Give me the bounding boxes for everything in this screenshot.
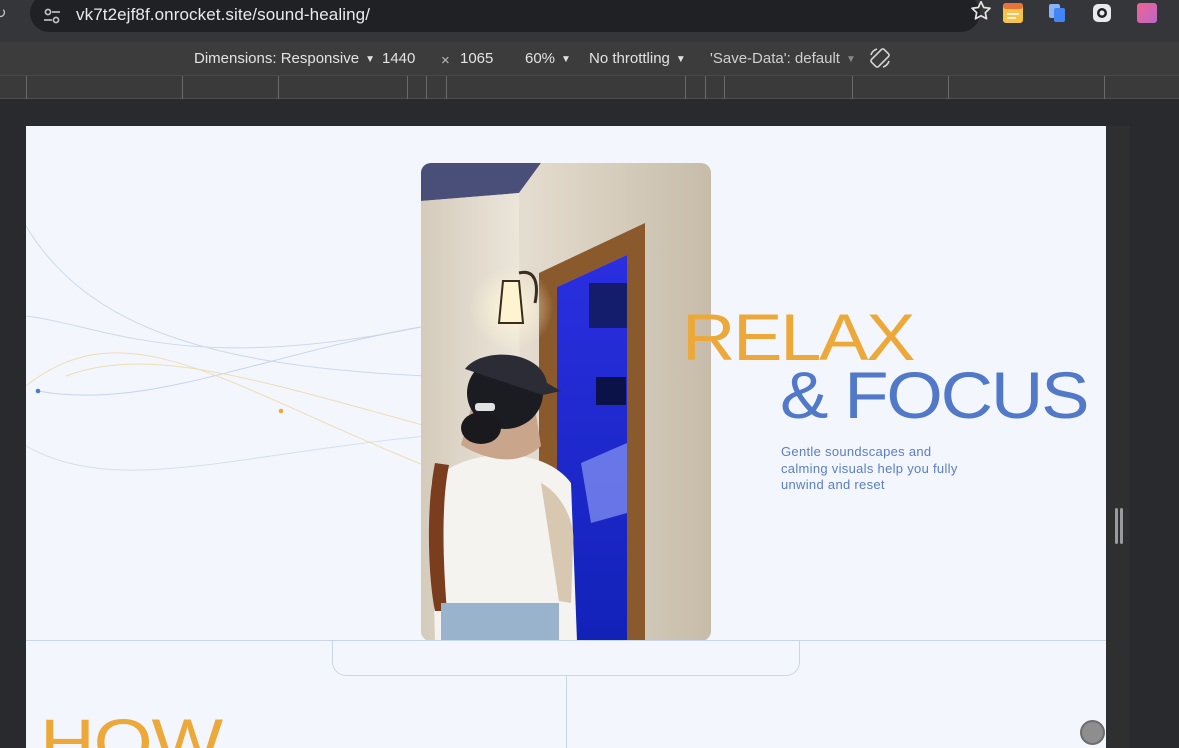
extension-camera-icon[interactable]	[1091, 2, 1113, 24]
ruler-tick	[705, 76, 706, 99]
ruler-tick	[182, 76, 183, 99]
ruler-tick	[1104, 76, 1105, 99]
extension-notes-icon[interactable]	[1002, 2, 1024, 24]
zoom-dropdown[interactable]: 60% ▼	[525, 50, 571, 67]
page-viewport: RELAX & FOCUS Gentle soundscapes and cal…	[26, 126, 1106, 748]
ruler-tick	[948, 76, 949, 99]
dimensions-dropdown[interactable]: Dimensions: Responsive ▼	[194, 50, 375, 67]
hero-photo	[421, 163, 711, 641]
ruler-tick	[724, 76, 725, 99]
browser-top-bar: ↻ vk7t2ejf8f.onrocket.site/sound-healing…	[0, 0, 1179, 42]
wave-dot-blue	[35, 388, 41, 394]
site-info-icon[interactable]	[42, 6, 62, 26]
scroll-to-top-button[interactable]	[1080, 720, 1105, 745]
chevron-down-icon: ▼	[561, 54, 571, 65]
height-input[interactable]: 1065	[460, 50, 493, 67]
media-query-ruler[interactable]	[0, 76, 1179, 99]
ruler-tick	[407, 76, 408, 99]
width-input[interactable]: 1440	[382, 50, 415, 67]
chevron-down-icon: ▼	[675, 54, 686, 65]
extension-gradient-icon[interactable]	[1136, 2, 1158, 24]
dimensions-label: Dimensions: Responsive	[194, 50, 360, 67]
hero-subtitle: Gentle soundscapes and calming visuals h…	[781, 444, 958, 492]
ruler-tick	[26, 76, 27, 99]
ruler-tick	[278, 76, 279, 99]
section-bracket	[332, 640, 800, 676]
viewport-side-gutter	[1106, 126, 1130, 748]
zoom-label: 60%	[525, 50, 556, 67]
throttling-label: No throttling	[589, 50, 670, 67]
throttling-dropdown[interactable]: No throttling ▼	[589, 50, 686, 67]
ruler-tick	[426, 76, 427, 99]
ruler-tick	[685, 76, 686, 99]
save-data-label: 'Save-Data': default	[710, 50, 840, 67]
url-text[interactable]: vk7t2ejf8f.onrocket.site/sound-healing/	[76, 5, 370, 25]
wave-dot-orange	[278, 408, 284, 414]
address-bar[interactable]: vk7t2ejf8f.onrocket.site/sound-healing/	[30, 0, 991, 32]
extension-copy-icon[interactable]	[1046, 2, 1068, 24]
ruler-tick	[852, 76, 853, 99]
chevron-down-icon: ▼	[845, 54, 856, 65]
hero-headline-focus: & FOCUS	[780, 358, 1089, 432]
ruler-tick	[446, 76, 447, 99]
how-heading: HOW	[40, 705, 223, 748]
decorative-waves	[26, 225, 426, 471]
times-symbol: ×	[441, 52, 450, 69]
section-center-line	[566, 676, 567, 748]
reload-icon[interactable]: ↻	[0, 4, 8, 24]
rotate-icon[interactable]	[868, 46, 892, 70]
device-toolbar: Dimensions: Responsive ▼ 1440 × 1065 60% ▼…	[0, 42, 1179, 76]
chevron-down-icon: ▼	[365, 54, 375, 65]
resize-handle-icon[interactable]	[1114, 508, 1124, 544]
save-data-dropdown[interactable]: 'Save-Data': default ▼	[710, 50, 856, 67]
bookmark-star-icon[interactable]	[968, 0, 994, 24]
